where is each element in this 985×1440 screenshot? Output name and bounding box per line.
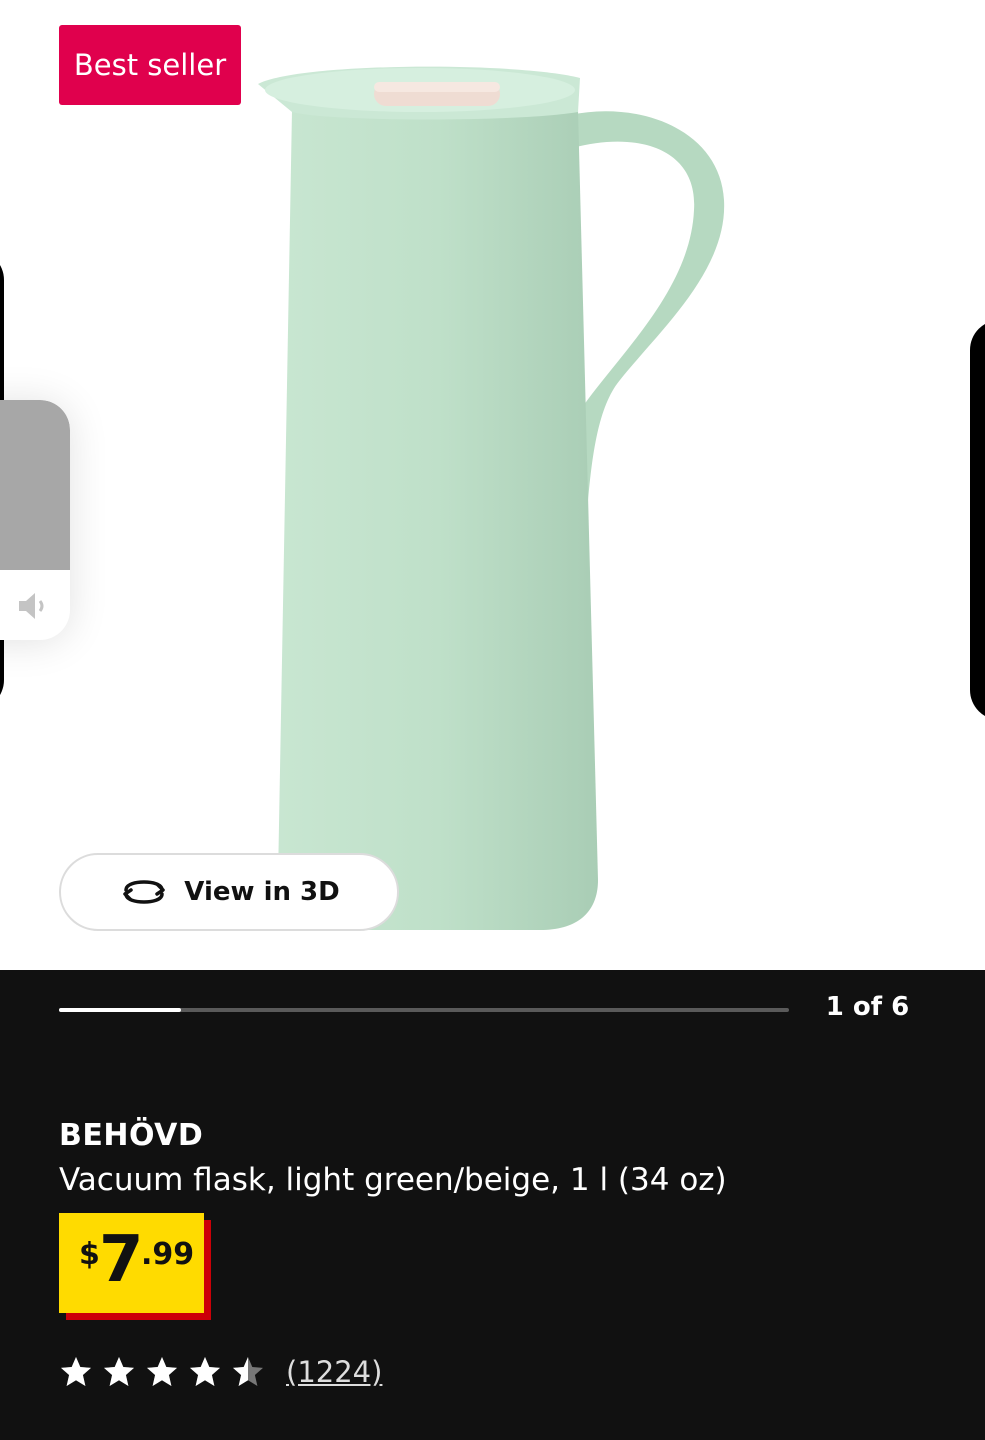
vacuum-flask-image <box>258 66 725 930</box>
gallery-progress-fill <box>59 1008 181 1012</box>
star-half-icon <box>233 1357 263 1386</box>
product-description: Vacuum flask, light green/beige, 1 l (34… <box>59 1162 727 1198</box>
view-in-3d-button[interactable]: View in 3D <box>59 853 399 931</box>
star-full-icon <box>104 1357 134 1386</box>
product-image-gallery[interactable]: Best seller View in 3D <box>0 0 985 970</box>
star-full-icon <box>61 1357 91 1386</box>
star-full-icon <box>147 1357 177 1386</box>
review-count-link[interactable]: (1224) <box>286 1355 382 1389</box>
product-brand-name: BEHÖVD <box>59 1118 204 1153</box>
volume-level-fill <box>0 400 70 570</box>
best-seller-badge: Best seller <box>59 25 241 105</box>
star-full-icon <box>190 1357 220 1386</box>
view-in-3d-label: View in 3D <box>184 877 340 907</box>
slide-counter: 1 of 6 <box>825 992 910 1022</box>
price-integer: 7 <box>99 1223 144 1297</box>
price-currency: $ <box>79 1237 100 1272</box>
gallery-progress-bar <box>59 1008 789 1012</box>
rotate-3d-icon <box>123 880 166 904</box>
speaker-icon <box>19 593 44 619</box>
rating-stars <box>59 1355 274 1389</box>
product-rating[interactable]: (1224) <box>59 1350 382 1394</box>
next-slide-peek[interactable] <box>970 320 985 720</box>
product-price: $ 7 .99 <box>59 1213 211 1320</box>
price-decimal: .99 <box>141 1237 195 1272</box>
volume-control[interactable] <box>0 400 70 640</box>
price-tag: $ 7 .99 <box>59 1213 204 1313</box>
